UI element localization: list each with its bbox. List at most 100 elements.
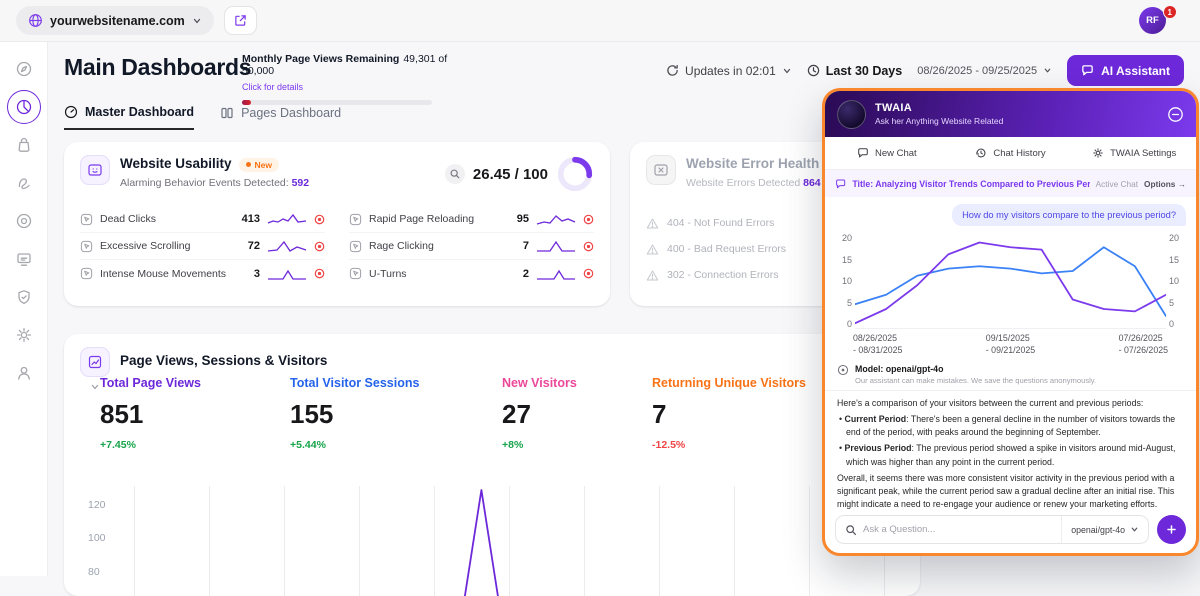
sparkline-chart (536, 212, 576, 226)
assistant-answer: Here's a comparison of your visitors bet… (825, 391, 1196, 509)
quota-details-link[interactable]: Click for details (242, 82, 303, 92)
question-input[interactable] (863, 524, 1055, 535)
metric-delta: +5.44% (290, 439, 502, 451)
alert-dot-icon (314, 214, 325, 225)
chat-icon (1081, 64, 1094, 77)
events-detected-count: 592 (292, 177, 310, 189)
site-domain: yourwebsitename.com (50, 14, 185, 28)
topbar: yourwebsitename.com RF 1 (0, 0, 1200, 42)
metric-label: New Visitors (502, 376, 652, 390)
metric-new-visitors: New Visitors 27 +8% (502, 376, 652, 451)
send-button[interactable] (1157, 515, 1186, 544)
chat-title: Title: Analyzing Visitor Trends Compared… (852, 179, 1089, 189)
page-views-quota: Monthly Page Views Remaining49,301 of 50… (242, 53, 452, 105)
updates-dropdown[interactable]: Updates in 02:01 (666, 64, 792, 78)
sidebar-item-account[interactable] (7, 356, 41, 390)
tab-label: New Chat (875, 148, 917, 159)
search-icon (845, 524, 857, 536)
y-axis-left: 20 15 10 5 0 (833, 233, 855, 329)
usability-row: Excessive Scrolling 72 (80, 233, 325, 260)
minimize-button[interactable] (1167, 106, 1184, 123)
model-info-row: Model: openai/gpt-4o Our assistant can m… (825, 359, 1196, 391)
compass-icon (15, 60, 33, 78)
warning-triangle-icon (646, 269, 659, 282)
open-site-button[interactable] (224, 6, 257, 35)
columns-icon (220, 106, 234, 120)
cursor-icon (349, 240, 362, 253)
answer-outro: Overall, it seems there was more consist… (837, 472, 1184, 509)
sidebar-item-dashboards[interactable] (7, 90, 41, 124)
site-selector[interactable]: yourwebsitename.com (16, 6, 214, 35)
assistant-chart-svg (855, 233, 1166, 328)
magnifier-icon (449, 168, 461, 180)
range-preset[interactable]: Last 30 Days (807, 64, 902, 78)
model-selector[interactable]: openai/gpt-4o (1061, 516, 1139, 543)
chevron-down-icon (1043, 66, 1052, 75)
notification-badge: 1 (1163, 5, 1177, 19)
metric-label: Dead Clicks (100, 213, 156, 225)
ai-assistant-button[interactable]: AI Assistant (1067, 55, 1184, 86)
pvsv-chart-svg (134, 486, 906, 596)
chevron-down-icon (1130, 525, 1139, 534)
sidebar-item-feedback[interactable] (7, 242, 41, 276)
metric-value: 7 (523, 240, 529, 252)
sparkline-chart (267, 267, 307, 281)
avatar[interactable]: RF 1 (1139, 7, 1166, 34)
sidebar-item-settings[interactable] (7, 318, 41, 352)
line-chart-icon (87, 354, 103, 370)
y-axis-tick: 100 (88, 532, 116, 544)
answer-intro: Here's a comparison of your visitors bet… (837, 397, 1184, 410)
chat-icon (857, 147, 869, 159)
metric-label: Rage Clicking (369, 240, 434, 252)
usability-row: U-Turns 2 (349, 260, 594, 287)
tab-label: Chat History (993, 148, 1045, 159)
chat-history-tab[interactable]: Chat History (949, 137, 1073, 169)
assistant-header: TWAIA Ask her Anything Website Related (825, 91, 1196, 137)
sidebar-item-security[interactable] (7, 280, 41, 314)
sparkline-chart (267, 239, 307, 253)
sidebar-item-commerce[interactable] (7, 128, 41, 162)
pie-chart-icon (15, 98, 33, 116)
twaia-settings-tab[interactable]: TWAIA Settings (1072, 137, 1196, 169)
y-axis-tick: 10 (836, 276, 852, 286)
header-controls: Updates in 02:01 Last 30 Days 08/26/2025… (666, 55, 1184, 86)
new-badge-label: New (255, 160, 272, 170)
collapse-chevron-icon[interactable] (90, 382, 100, 392)
sparkline-chart (536, 267, 576, 281)
question-input-wrapper: openai/gpt-4o (835, 515, 1149, 544)
card-title: Page Views, Sessions & Visitors (120, 353, 327, 368)
y-axis-tick: 15 (836, 255, 852, 265)
assistant-tagline: Ask her Anything Website Related (875, 116, 1003, 126)
sidebar-item-behavior[interactable] (7, 166, 41, 200)
x-axis-label: 08/26/2025- 08/31/2025 (853, 333, 902, 357)
metric-label: U-Turns (369, 268, 407, 280)
shield-icon (15, 288, 33, 306)
y-axis-tick: 120 (88, 499, 116, 511)
metric-value: 2 (523, 268, 529, 280)
date-range-picker[interactable]: 08/26/2025 - 09/25/2025 (917, 65, 1052, 77)
error-label: 302 - Connection Errors (667, 269, 778, 281)
metric-label: Total Visitor Sessions (290, 376, 502, 390)
cursor-icon (349, 213, 362, 226)
cursor-icon (349, 267, 362, 280)
sparkline-chart (536, 239, 576, 253)
metric-label: Total Page Views (100, 376, 290, 390)
tab-master-dashboard[interactable]: Master Dashboard (64, 105, 194, 130)
score-info-icon[interactable] (445, 164, 465, 184)
alert-dot-icon (314, 268, 325, 279)
usability-row: Rage Clicking 7 (349, 233, 594, 260)
cursor-icon (80, 267, 93, 280)
card-subtitle: Website Errors Detected (686, 177, 800, 189)
clock-icon (807, 64, 820, 77)
monitor-error-icon (653, 162, 669, 178)
y-axis-right: 20 15 10 5 0 (1166, 233, 1188, 329)
options-link[interactable]: Options → (1144, 179, 1186, 189)
cursor-icon (80, 240, 93, 253)
sidebar-item-recordings[interactable] (7, 204, 41, 238)
pvsv-plot-area (134, 486, 906, 596)
sidebar-item-explore[interactable] (7, 52, 41, 86)
new-chat-tab[interactable]: New Chat (825, 137, 949, 169)
tab-pages-dashboard[interactable]: Pages Dashboard (220, 105, 341, 130)
pvsv-icon (80, 347, 110, 377)
alert-dot-icon (583, 268, 594, 279)
